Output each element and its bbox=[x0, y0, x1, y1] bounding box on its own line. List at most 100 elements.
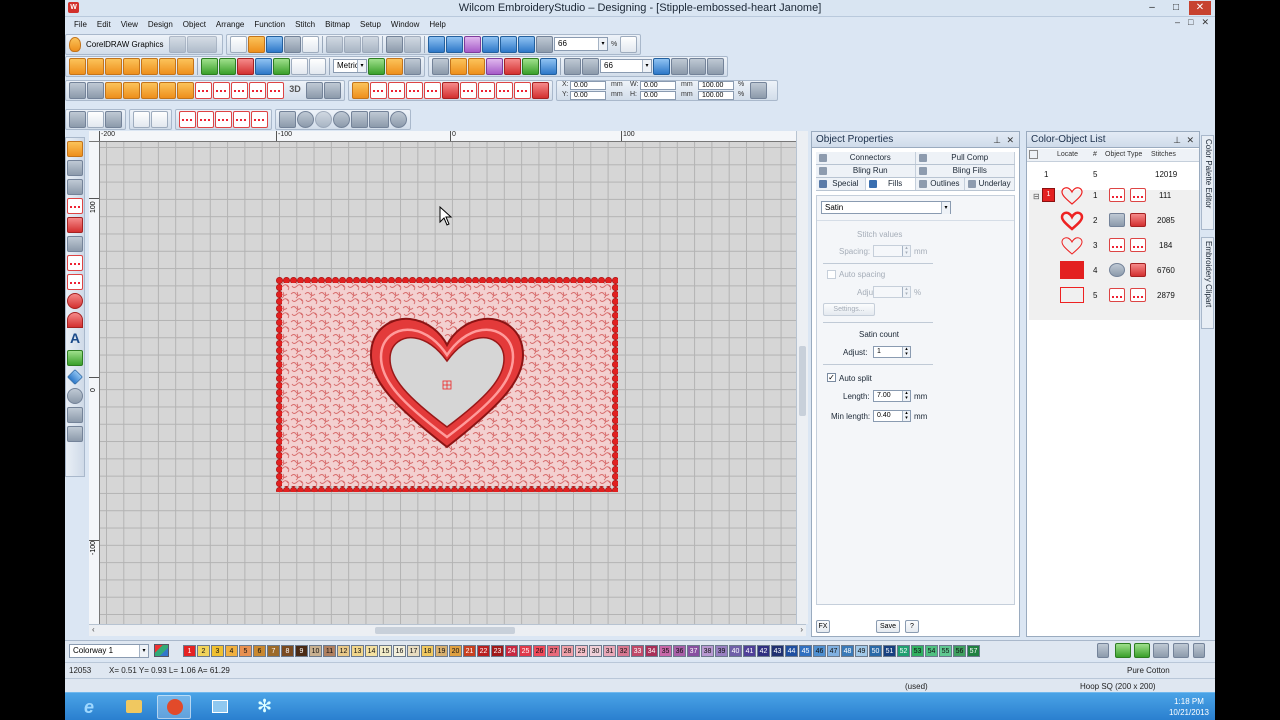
palette-swatch[interactable]: 12 bbox=[337, 645, 350, 657]
tab-special[interactable]: Special bbox=[816, 178, 866, 190]
coreldraw-graphics-label[interactable]: CorelDRAW Graphics bbox=[82, 40, 168, 49]
palette-swatch[interactable]: 3 bbox=[211, 645, 224, 657]
satin-icon[interactable] bbox=[352, 81, 369, 99]
stitch-zoom-icon[interactable] bbox=[67, 179, 83, 195]
oval-icon[interactable] bbox=[315, 110, 332, 128]
palette-swatch[interactable]: 45 bbox=[799, 645, 812, 657]
pattern-a-icon[interactable] bbox=[87, 81, 104, 99]
step-icon[interactable] bbox=[388, 81, 405, 99]
colorway-editor-icon[interactable] bbox=[154, 644, 169, 657]
reshape-icon[interactable] bbox=[386, 57, 403, 75]
copy-icon[interactable] bbox=[344, 35, 361, 53]
contour-icon[interactable] bbox=[460, 81, 477, 99]
stitch-edit-d-icon[interactable] bbox=[233, 110, 250, 128]
palette-swatch[interactable]: 27 bbox=[547, 645, 560, 657]
adjust-field[interactable]: ▴ ▾ bbox=[873, 286, 911, 298]
wave-icon[interactable] bbox=[213, 81, 230, 99]
palette-swatch[interactable]: 7 bbox=[267, 645, 280, 657]
palette-swatch[interactable]: 38 bbox=[701, 645, 714, 657]
coreldraw-balloon-icon[interactable] bbox=[69, 36, 81, 52]
color-wheel-icon[interactable] bbox=[255, 57, 272, 75]
maximize-button[interactable]: □ bbox=[1165, 1, 1187, 15]
spin-arrows-icon[interactable]: ▴ ▾ bbox=[902, 411, 910, 421]
blanket-tool-icon[interactable] bbox=[67, 255, 83, 271]
machine-icon[interactable] bbox=[432, 57, 449, 75]
select-arrow-icon[interactable] bbox=[67, 141, 83, 157]
spacing-field[interactable]: ▴ ▾ bbox=[873, 245, 911, 257]
palette-swatch[interactable]: 6 bbox=[253, 645, 266, 657]
menu-help[interactable]: Help bbox=[424, 20, 450, 29]
open-folder-icon[interactable] bbox=[248, 35, 265, 53]
header-number[interactable]: # bbox=[1093, 151, 1097, 158]
line-tool-icon[interactable] bbox=[1173, 643, 1189, 658]
pattern-d-icon[interactable] bbox=[141, 81, 158, 99]
monogram-tool-icon[interactable] bbox=[67, 350, 83, 366]
auto-spacing-checkbox[interactable] bbox=[827, 270, 836, 279]
fx-button[interactable]: FX bbox=[816, 620, 830, 633]
palette-swatch[interactable]: 47 bbox=[827, 645, 840, 657]
horizontal-scroll-thumb[interactable] bbox=[375, 627, 515, 634]
palette-swatch[interactable]: 28 bbox=[561, 645, 574, 657]
send-to-machine-icon[interactable] bbox=[428, 35, 445, 53]
palette-swatch[interactable]: 48 bbox=[841, 645, 854, 657]
y-field[interactable]: 0.00 bbox=[570, 90, 606, 100]
palette-swatch[interactable]: 17 bbox=[407, 645, 420, 657]
zoom-box-icon[interactable] bbox=[689, 57, 706, 75]
needle-icon[interactable] bbox=[1153, 643, 1169, 658]
palette-swatch[interactable]: 46 bbox=[813, 645, 826, 657]
zoom-in-icon[interactable] bbox=[653, 57, 670, 75]
color-palette-editor-tab[interactable]: Color Palette Editor bbox=[1201, 135, 1214, 230]
convert-icon[interactable] bbox=[168, 35, 186, 53]
stripe-icon[interactable] bbox=[249, 81, 266, 99]
export-machine-file-icon[interactable] bbox=[446, 35, 463, 53]
palette-swatch[interactable]: 41 bbox=[743, 645, 756, 657]
header-locate[interactable]: Locate bbox=[1057, 151, 1078, 158]
menu-object[interactable]: Object bbox=[178, 20, 211, 29]
palette-swatch[interactable]: 8 bbox=[281, 645, 294, 657]
input-a-icon[interactable] bbox=[141, 57, 158, 75]
zoom-combo[interactable]: 66 ▾ bbox=[554, 37, 608, 51]
chevron-down-icon[interactable]: ▾ bbox=[642, 60, 651, 72]
show-symbols-icon[interactable] bbox=[404, 57, 421, 75]
redo-icon[interactable] bbox=[404, 35, 421, 53]
palette-swatch[interactable]: 9 bbox=[295, 645, 308, 657]
close-button[interactable]: ✕ bbox=[1189, 1, 1211, 15]
reshape-tool-icon[interactable] bbox=[67, 160, 83, 176]
object-row[interactable]: 2 2085 bbox=[1027, 209, 1199, 234]
convert-button[interactable] bbox=[186, 35, 217, 53]
zigzag-fill-icon[interactable] bbox=[406, 81, 423, 99]
expand-all-icon[interactable] bbox=[1029, 150, 1038, 159]
stitch-edit-c-icon[interactable] bbox=[215, 110, 232, 128]
palette-swatch[interactable]: 23 bbox=[491, 645, 504, 657]
knife-icon[interactable] bbox=[105, 110, 122, 128]
zigzag-icon[interactable] bbox=[195, 81, 212, 99]
spin-arrows-icon[interactable]: ▴ ▾ bbox=[902, 287, 910, 297]
palette-swatch[interactable]: 30 bbox=[589, 645, 602, 657]
run-tool-icon[interactable] bbox=[67, 274, 83, 290]
x-field[interactable]: 0.00 bbox=[570, 80, 606, 90]
palette-swatch[interactable]: 51 bbox=[883, 645, 896, 657]
pan-icon[interactable] bbox=[707, 57, 724, 75]
fancy-fill-icon[interactable] bbox=[478, 81, 495, 99]
menu-file[interactable]: File bbox=[69, 20, 92, 29]
menu-edit[interactable]: Edit bbox=[92, 20, 116, 29]
chevron-down-icon[interactable]: ▾ bbox=[139, 645, 148, 657]
menu-arrange[interactable]: Arrange bbox=[211, 20, 249, 29]
new-file-icon[interactable] bbox=[230, 35, 247, 53]
spool-rack-icon[interactable] bbox=[522, 57, 539, 75]
leaf-shape-icon[interactable] bbox=[105, 57, 122, 75]
e-stitch-icon[interactable] bbox=[424, 81, 441, 99]
stitch-edit-a-icon[interactable] bbox=[179, 110, 196, 128]
lettering-icon[interactable]: A bbox=[67, 331, 83, 347]
header-object-type[interactable]: Object Type bbox=[1105, 151, 1142, 158]
measure-tool-icon[interactable] bbox=[67, 426, 83, 442]
group-icon[interactable] bbox=[133, 110, 150, 128]
snowflake-app-icon[interactable]: ✻ bbox=[247, 695, 281, 719]
picture-icon[interactable] bbox=[201, 57, 218, 75]
menu-function[interactable]: Function bbox=[249, 20, 290, 29]
input-tool-icon[interactable] bbox=[67, 236, 83, 252]
show-stitches-icon[interactable] bbox=[500, 35, 517, 53]
pattern-c-icon[interactable] bbox=[123, 81, 140, 99]
min-length-field[interactable]: 0.40 ▴ ▾ bbox=[873, 410, 911, 422]
settings-button[interactable]: Settings... bbox=[823, 303, 875, 316]
